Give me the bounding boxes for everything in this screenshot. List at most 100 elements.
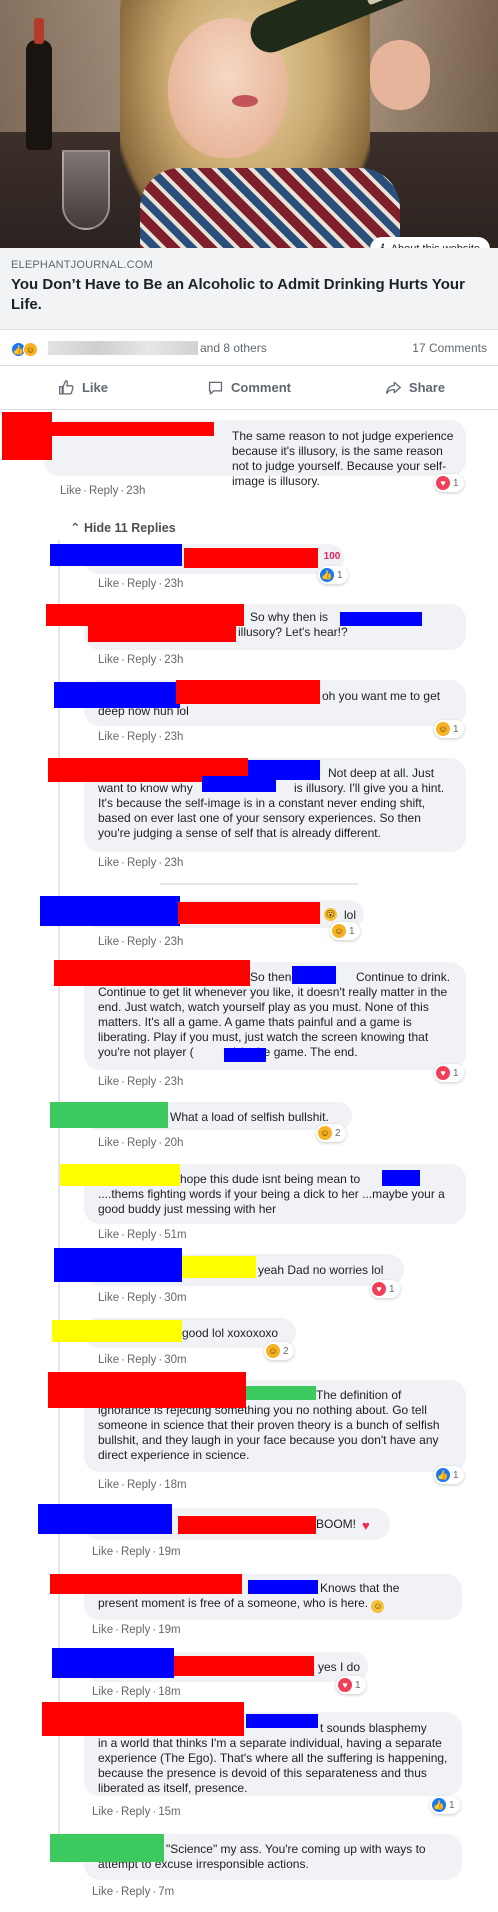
redacted-name [52,1320,182,1342]
link-preview-image[interactable] [0,0,498,248]
haha-reaction-icon: ☺ [332,924,346,938]
haha-reaction-icon: ☺ [436,722,450,736]
reaction-others-link[interactable]: and 8 others [200,341,267,355]
smile-emoji-icon: ☺ [371,1600,385,1613]
like-button[interactable]: Like [0,366,166,409]
redacted-name [202,776,276,792]
comment-reaction-badge[interactable]: ♥ 1 [434,1064,464,1082]
comment-text: present moment is free of a someone, who… [98,1596,385,1613]
comment-meta: Like · Reply · 23h [98,1076,184,1088]
comment-meta: Like · Reply · 23h [98,857,184,869]
redacted-name [50,1102,168,1128]
comment-button[interactable]: Comment [166,366,332,409]
redacted-name [42,1702,244,1736]
comment-label: Comment [231,380,291,395]
share-label: Share [408,380,446,395]
comment-text: BOOM! ♥ [316,1517,372,1532]
comment-meta: Like · Reply · 19m [92,1624,181,1636]
heart-reaction-icon: ♥ [338,1678,352,1692]
comment-meta: Like · Reply · 18m [92,1686,181,1698]
redacted-name [2,412,52,460]
heart-reaction-icon: ♥ [372,1282,386,1296]
comment-reaction-badge[interactable]: ♥ 1 [434,474,464,492]
wine-glass-graphic [62,150,110,230]
comment-meta: Like · Reply · 30m [98,1292,187,1304]
redacted-name [340,612,422,626]
comment-reaction-badge[interactable]: ♥ 1 [336,1676,366,1694]
haha-reaction-icon: ☺ [23,342,38,357]
comment-reaction-badge[interactable]: ☺ 2 [316,1124,346,1142]
redacted-name [176,680,320,704]
redacted-name [88,622,236,642]
comment-icon [208,381,223,395]
comment-meta: Like · Reply · 15m [92,1806,181,1818]
hundred-points-icon: 100 [323,551,341,562]
comments-count-link[interactable]: 17 Comments [412,341,487,355]
comment-text: The same reason to not judge experience … [232,429,457,488]
comment-reaction-badge[interactable]: ☺ 2 [264,1342,294,1360]
reply-input-divider [160,883,358,885]
comment-meta: Like · Reply · 23h [98,654,184,666]
redacted-name [178,902,320,924]
comment-reaction-badge[interactable]: ♥ 1 [370,1280,400,1298]
redacted-name [248,1580,318,1594]
like-reaction-icon: 👍 [436,1468,450,1482]
redacted-name [184,548,318,568]
comment-reply-link[interactable]: Reply [89,485,118,497]
comment-meta: Like · Reply · 7m [92,1886,175,1898]
comment-meta: Like · Reply · 23h [60,485,146,497]
reaction-icons[interactable]: 👍 ☺ [11,342,38,357]
post-action-bar: Like Comment Share [0,366,498,410]
redacted-name [382,1170,420,1186]
red-heart-emoji-icon: ♥ [362,1518,370,1533]
like-reaction-icon: 👍 [320,568,334,582]
chevron-up-icon: ⌃ [70,521,84,535]
like-label: Like [81,380,108,395]
redacted-name [40,896,180,926]
heart-reaction-icon: ♥ [436,1066,450,1080]
redacted-name [50,544,182,566]
reaction-names-blurred [48,341,198,355]
redacted-name [50,1574,242,1594]
redacted-name [178,1516,316,1534]
hand-graphic [370,40,430,110]
redacted-name [246,1714,318,1728]
share-icon [385,381,401,395]
thumbs-up-icon [59,380,74,395]
sweater-graphic [140,168,400,248]
redacted-name [174,1656,314,1676]
comment-like-link[interactable]: Like [60,485,81,497]
redacted-name [44,422,214,436]
link-preview-box[interactable]: ELEPHANTJOURNAL.COM You Don’t Have to Be… [0,248,498,330]
redacted-name [50,1834,164,1862]
haha-reaction-icon: ☺ [266,1344,280,1358]
redacted-name [54,960,250,986]
comment-meta: Like · Reply · 18m [98,1479,187,1491]
redacted-name [54,1248,182,1282]
hide-replies-toggle[interactable]: ⌃ Hide 11 Replies [70,520,176,535]
comment-meta: Like · Reply · 20h [98,1137,184,1149]
comment-meta: Like · Reply · 23h [98,578,184,590]
redacted-name [182,1256,256,1278]
astonished-emoji-icon: 😮 [324,908,337,921]
redacted-name [38,1504,172,1534]
soy-bottle-graphic [26,18,52,150]
share-button[interactable]: Share [332,366,498,409]
comment-reaction-badge[interactable]: ☺ 1 [330,922,360,940]
comment-reaction-badge[interactable]: ☺ 1 [434,720,464,738]
redacted-name [246,1386,316,1400]
comment-meta: Like · Reply · 23h [98,731,184,743]
haha-reaction-icon: ☺ [318,1126,332,1140]
link-title[interactable]: You Don’t Have to Be an Alcoholic to Adm… [11,275,481,315]
comment-meta: Like · Reply · 23h [98,936,184,948]
comment-reaction-badge[interactable]: 👍 1 [430,1796,460,1814]
comment-time[interactable]: 23h [126,485,145,497]
redacted-name [54,682,180,708]
redacted-name [48,1372,246,1408]
heart-reaction-icon: ♥ [436,476,450,490]
reactions-summary: 👍 ☺ and 8 others 17 Comments [0,330,498,366]
comment-reaction-badge[interactable]: 👍 1 [318,566,348,584]
comment-meta: Like · Reply · 19m [92,1546,181,1558]
link-domain: ELEPHANTJOURNAL.COM [11,259,153,271]
comment-reaction-badge[interactable]: 👍 1 [434,1466,464,1484]
